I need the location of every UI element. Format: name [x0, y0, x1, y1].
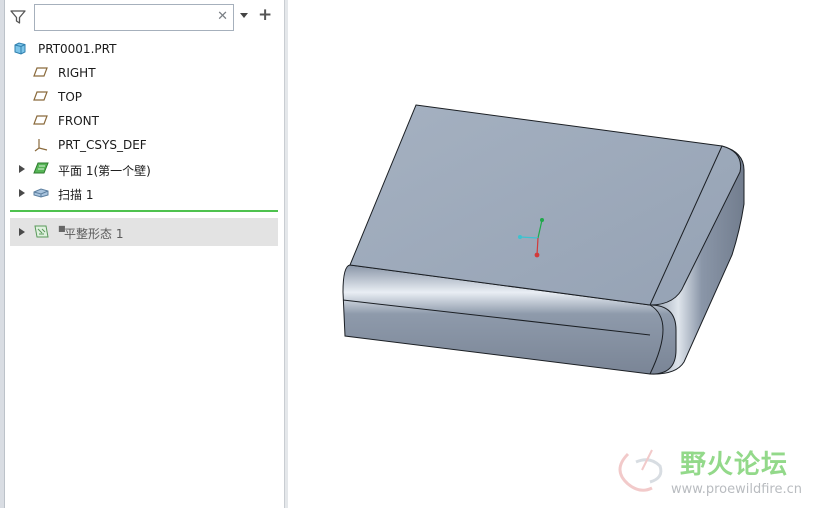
tree-item-label: 平面 1(第一个壁): [58, 164, 151, 178]
tree-item-label: TOP: [58, 90, 83, 104]
expand-arrow-icon[interactable]: [19, 165, 25, 173]
tree-item-label: RIGHT: [58, 66, 96, 80]
add-icon[interactable]: +: [258, 5, 272, 25]
datum-plane-icon: [33, 115, 48, 125]
tree-item-root[interactable]: PRT0001.PRT: [10, 38, 278, 60]
search-input-box[interactable]: ✕: [34, 4, 234, 31]
clear-search-icon[interactable]: ✕: [217, 10, 228, 24]
tree-item-label: 扫描 1: [58, 188, 94, 202]
filter-icon[interactable]: [9, 8, 27, 26]
watermark-logo-icon: [618, 449, 663, 492]
tree-item-sweep[interactable]: 扫描 1: [10, 182, 278, 204]
insert-here-line[interactable]: [10, 210, 278, 212]
tree-item-right[interactable]: RIGHT: [10, 62, 278, 84]
tree-item-top[interactable]: TOP: [10, 86, 278, 108]
graphics-viewport[interactable]: [288, 0, 823, 508]
tree-item-front[interactable]: FRONT: [10, 110, 278, 132]
coordinate-system-icon: [34, 139, 48, 152]
datum-plane-icon: [33, 91, 48, 101]
sweep-icon: [33, 188, 49, 198]
sheetmetal-part-model[interactable]: [342, 104, 745, 375]
search-options-dropdown-icon[interactable]: [240, 13, 248, 18]
part-icon: [14, 42, 26, 55]
tree-item-label: 平整形态 1: [64, 227, 124, 241]
tree-item-csys[interactable]: PRT_CSYS_DEF: [10, 134, 278, 156]
tree-item-label: FRONT: [58, 114, 99, 128]
planar-wall-icon: [33, 162, 49, 174]
expand-arrow-icon[interactable]: [19, 228, 25, 236]
datum-plane-icon: [33, 67, 48, 77]
tree-item-planar-wall[interactable]: 平面 1(第一个壁): [10, 158, 278, 180]
tree-item-label: PRT0001.PRT: [38, 42, 117, 56]
tree-item-flat-state[interactable]: ■ 平整形态 1: [10, 218, 278, 246]
search-input[interactable]: [39, 6, 213, 31]
flat-state-icon: [34, 225, 49, 238]
watermark-text: 野火论坛: [680, 450, 789, 480]
expand-arrow-icon[interactable]: [19, 189, 25, 197]
watermark-url: www.proewildfire.cn: [671, 482, 802, 497]
tree-item-label: PRT_CSYS_DEF: [58, 138, 147, 152]
